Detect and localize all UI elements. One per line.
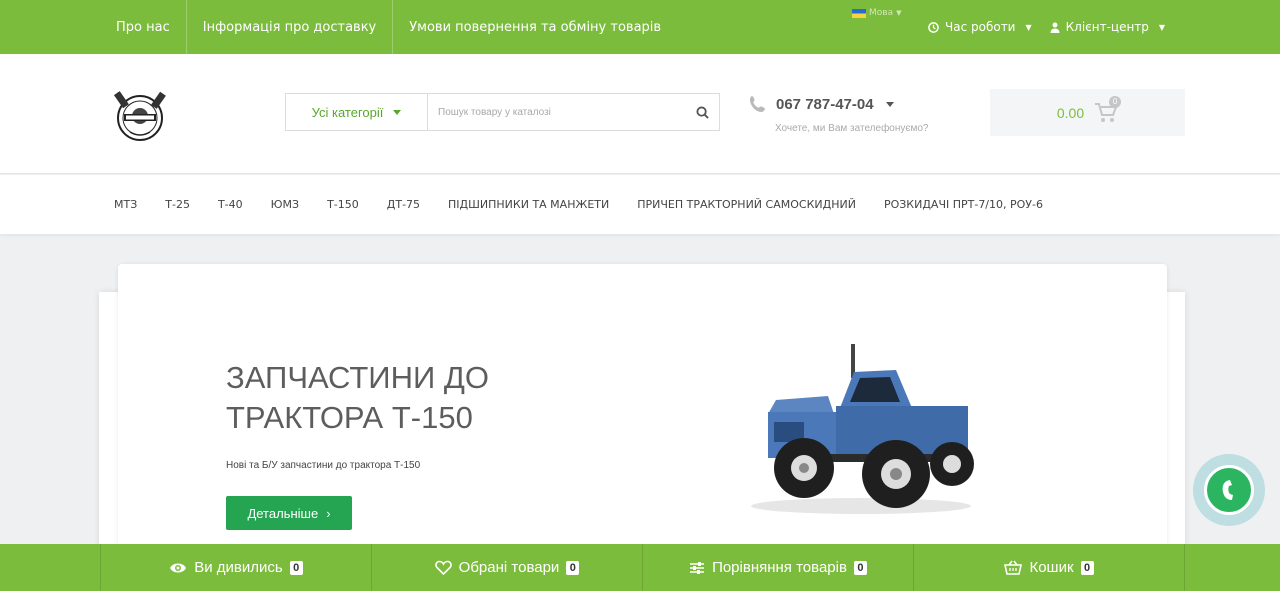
category-select-label: Усі категорії [311,104,384,120]
top-link-returns[interactable]: Умови повернення та обміну товарів [392,0,677,54]
menu-item-dt75[interactable]: ДТ-75 [387,198,420,211]
menu-item-bearings[interactable]: ПІДШИПНИКИ ТА МАНЖЕТИ [448,198,609,211]
floating-call-button[interactable] [1193,454,1265,526]
menu-item-t40[interactable]: Т-40 [218,198,243,211]
slide-subtitle: Нові та Б/У запчастини до трактора Т-150 [226,460,421,471]
slide-title: ЗАПЧАСТИНИ ДО ТРАКТОРА Т-150 [226,360,489,435]
search-bar: Усі категорії [285,93,720,131]
menu-item-t25[interactable]: Т-25 [165,198,190,211]
chevron-down-icon: ▼ [896,9,902,17]
basket-icon [1004,560,1023,575]
wishlist-label: Обрані товари [458,559,560,576]
logo-emblem-icon [113,91,166,141]
working-hours-label: Час роботи [945,20,1016,34]
phone-number: 067 787-47-04 [776,95,874,113]
chevron-down-icon [393,109,402,115]
cart-label: Кошик [1029,559,1074,576]
clock-icon [928,21,939,33]
bottom-bar: Ви дивились 0 Обрані товари 0 Порівняння… [0,544,1280,591]
compare-label: Порівняння товарів [712,559,847,576]
phone-handset-icon [1222,480,1233,500]
phone-icon [750,96,765,112]
top-bar: Про нас Інформація про доставку Умови по… [0,0,1280,54]
phone-dropdown[interactable]: 067 787-47-04 [748,94,894,114]
cart-icon-wrap: 0 [1094,95,1122,124]
cart-total: 0.00 [1056,104,1085,121]
category-menu-list: МТЗ Т-25 Т-40 ЮМЗ Т-150 ДТ-75 ПІДШИПНИКИ… [114,175,1071,234]
floating-call-inner [1204,465,1254,515]
menu-item-t150[interactable]: Т-150 [327,198,359,211]
client-center-label: Клієнт-центр [1065,20,1149,34]
header-cart[interactable]: 0.00 0 [990,89,1185,136]
language-label: Мова [869,8,894,18]
top-right-menu: Час роботи ▼ Клієнт-центр ▼ [928,0,1165,54]
chevron-down-icon [885,101,894,107]
chevron-down-icon: ▼ [1025,22,1032,32]
slide-details-label: Детальніше [247,505,319,521]
category-select[interactable]: Усі категорії [286,94,428,130]
bottom-bar-inner: Ви дивились 0 Обрані товари 0 Порівняння… [100,544,1185,591]
sliders-icon [690,561,705,574]
cart-button[interactable]: Кошик 0 [914,544,1185,591]
menu-item-trailer[interactable]: ПРИЧЕП ТРАКТОРНИЙ САМОСКИДНИЙ [637,198,856,211]
wishlist-count: 0 [566,560,580,575]
cart-count: 0 [1080,560,1094,575]
phone-block: 067 787-47-04 Хочете, ми Вам зателефонує… [748,94,928,134]
hero-slide: ЗАПЧАСТИНИ ДО ТРАКТОРА Т-150 Нові та Б/У… [118,264,1167,564]
working-hours-dropdown[interactable]: Час роботи ▼ [928,20,1032,34]
user-icon [1050,22,1060,33]
search-button[interactable] [685,94,719,130]
top-link-delivery[interactable]: Інформація про доставку [185,0,393,54]
callback-link[interactable]: Хочете, ми Вам зателефонуємо? [775,123,928,134]
heart-icon [434,560,452,575]
ukraine-flag-icon [852,8,866,18]
wishlist-button[interactable]: Обрані товари 0 [372,544,643,591]
compare-button[interactable]: Порівняння товарів 0 [643,544,914,591]
cart-count-badge: 0 [1109,95,1122,108]
top-link-about[interactable]: Про нас [100,0,186,54]
viewed-products-label: Ви дивились [194,559,283,576]
language-selector[interactable]: Мова ▼ [852,8,901,18]
header: Усі категорії 067 787-47-04 Хочете, ми В… [0,54,1280,174]
client-center-dropdown[interactable]: Клієнт-центр ▼ [1050,20,1165,34]
site-logo[interactable] [110,86,170,146]
chevron-down-icon: ▼ [1158,22,1166,32]
top-nav: Про нас Інформація про доставку Умови по… [100,0,677,54]
viewed-products-button[interactable]: Ви дивились 0 [101,544,372,591]
compare-count: 0 [853,560,867,575]
menu-item-yumz[interactable]: ЮМЗ [271,198,299,211]
menu-item-spreaders[interactable]: РОЗКИДАЧІ ПРТ-7/10, РОУ-6 [884,198,1043,211]
category-menu: МТЗ Т-25 Т-40 ЮМЗ Т-150 ДТ-75 ПІДШИПНИКИ… [0,175,1280,234]
viewed-products-count: 0 [289,560,303,575]
chevron-right-icon: › [326,505,331,521]
search-icon [695,105,709,119]
menu-item-mtz[interactable]: МТЗ [114,198,137,211]
search-input[interactable] [428,94,685,130]
eye-icon [170,563,187,572]
slide-details-button[interactable]: Детальніше › [226,496,352,530]
tractor-image [751,344,974,514]
